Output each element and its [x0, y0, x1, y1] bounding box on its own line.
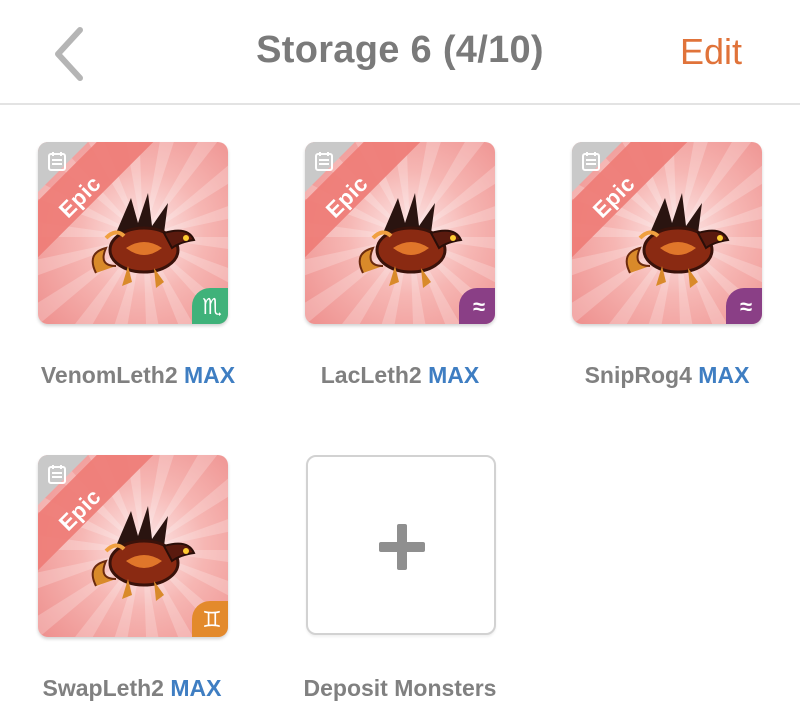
deposit-monsters-label: Deposit Monsters — [303, 675, 497, 701]
dragon-monster-image — [76, 178, 206, 298]
monster-name-3: SwapLeth2 MAX — [42, 675, 222, 701]
monster-card-0[interactable]: Epic ♏ — [38, 142, 228, 328]
monster-card-3[interactable]: Epic ♊ — [38, 455, 228, 641]
monster-tile: Epic ♊ — [38, 455, 228, 637]
dragon-monster-image — [610, 178, 740, 298]
monster-card-2[interactable]: Epic ≈ — [572, 142, 762, 328]
monster-name-2: SnipRog4 MAX — [584, 362, 750, 388]
calendar-icon — [315, 152, 333, 171]
gemini-icon: ♊ — [192, 601, 228, 637]
edit-button[interactable]: Edit — [680, 31, 742, 73]
monster-tile: Epic ≈ — [305, 142, 495, 324]
calendar-icon — [48, 152, 66, 171]
monster-card-1[interactable]: Epic ≈ — [305, 142, 495, 328]
monster-tile: Epic ♏ — [38, 142, 228, 324]
dragon-monster-image — [343, 178, 473, 298]
water-waves-icon: ≈ — [726, 288, 762, 324]
monster-name-1: LacLeth2 MAX — [320, 362, 480, 388]
monster-name-0: VenomLeth2 MAX — [40, 362, 236, 388]
calendar-icon — [48, 465, 66, 484]
plus-icon — [379, 524, 425, 570]
scorpio-icon: ♏ — [192, 288, 228, 324]
water-waves-icon: ≈ — [459, 288, 495, 324]
deposit-monsters-button[interactable] — [306, 455, 496, 635]
header-bar: Storage 6 (4/10) Edit — [0, 0, 800, 104]
calendar-icon — [582, 152, 600, 171]
header-divider — [0, 103, 800, 105]
monster-tile: Epic ≈ — [572, 142, 762, 324]
dragon-monster-image — [76, 491, 206, 611]
